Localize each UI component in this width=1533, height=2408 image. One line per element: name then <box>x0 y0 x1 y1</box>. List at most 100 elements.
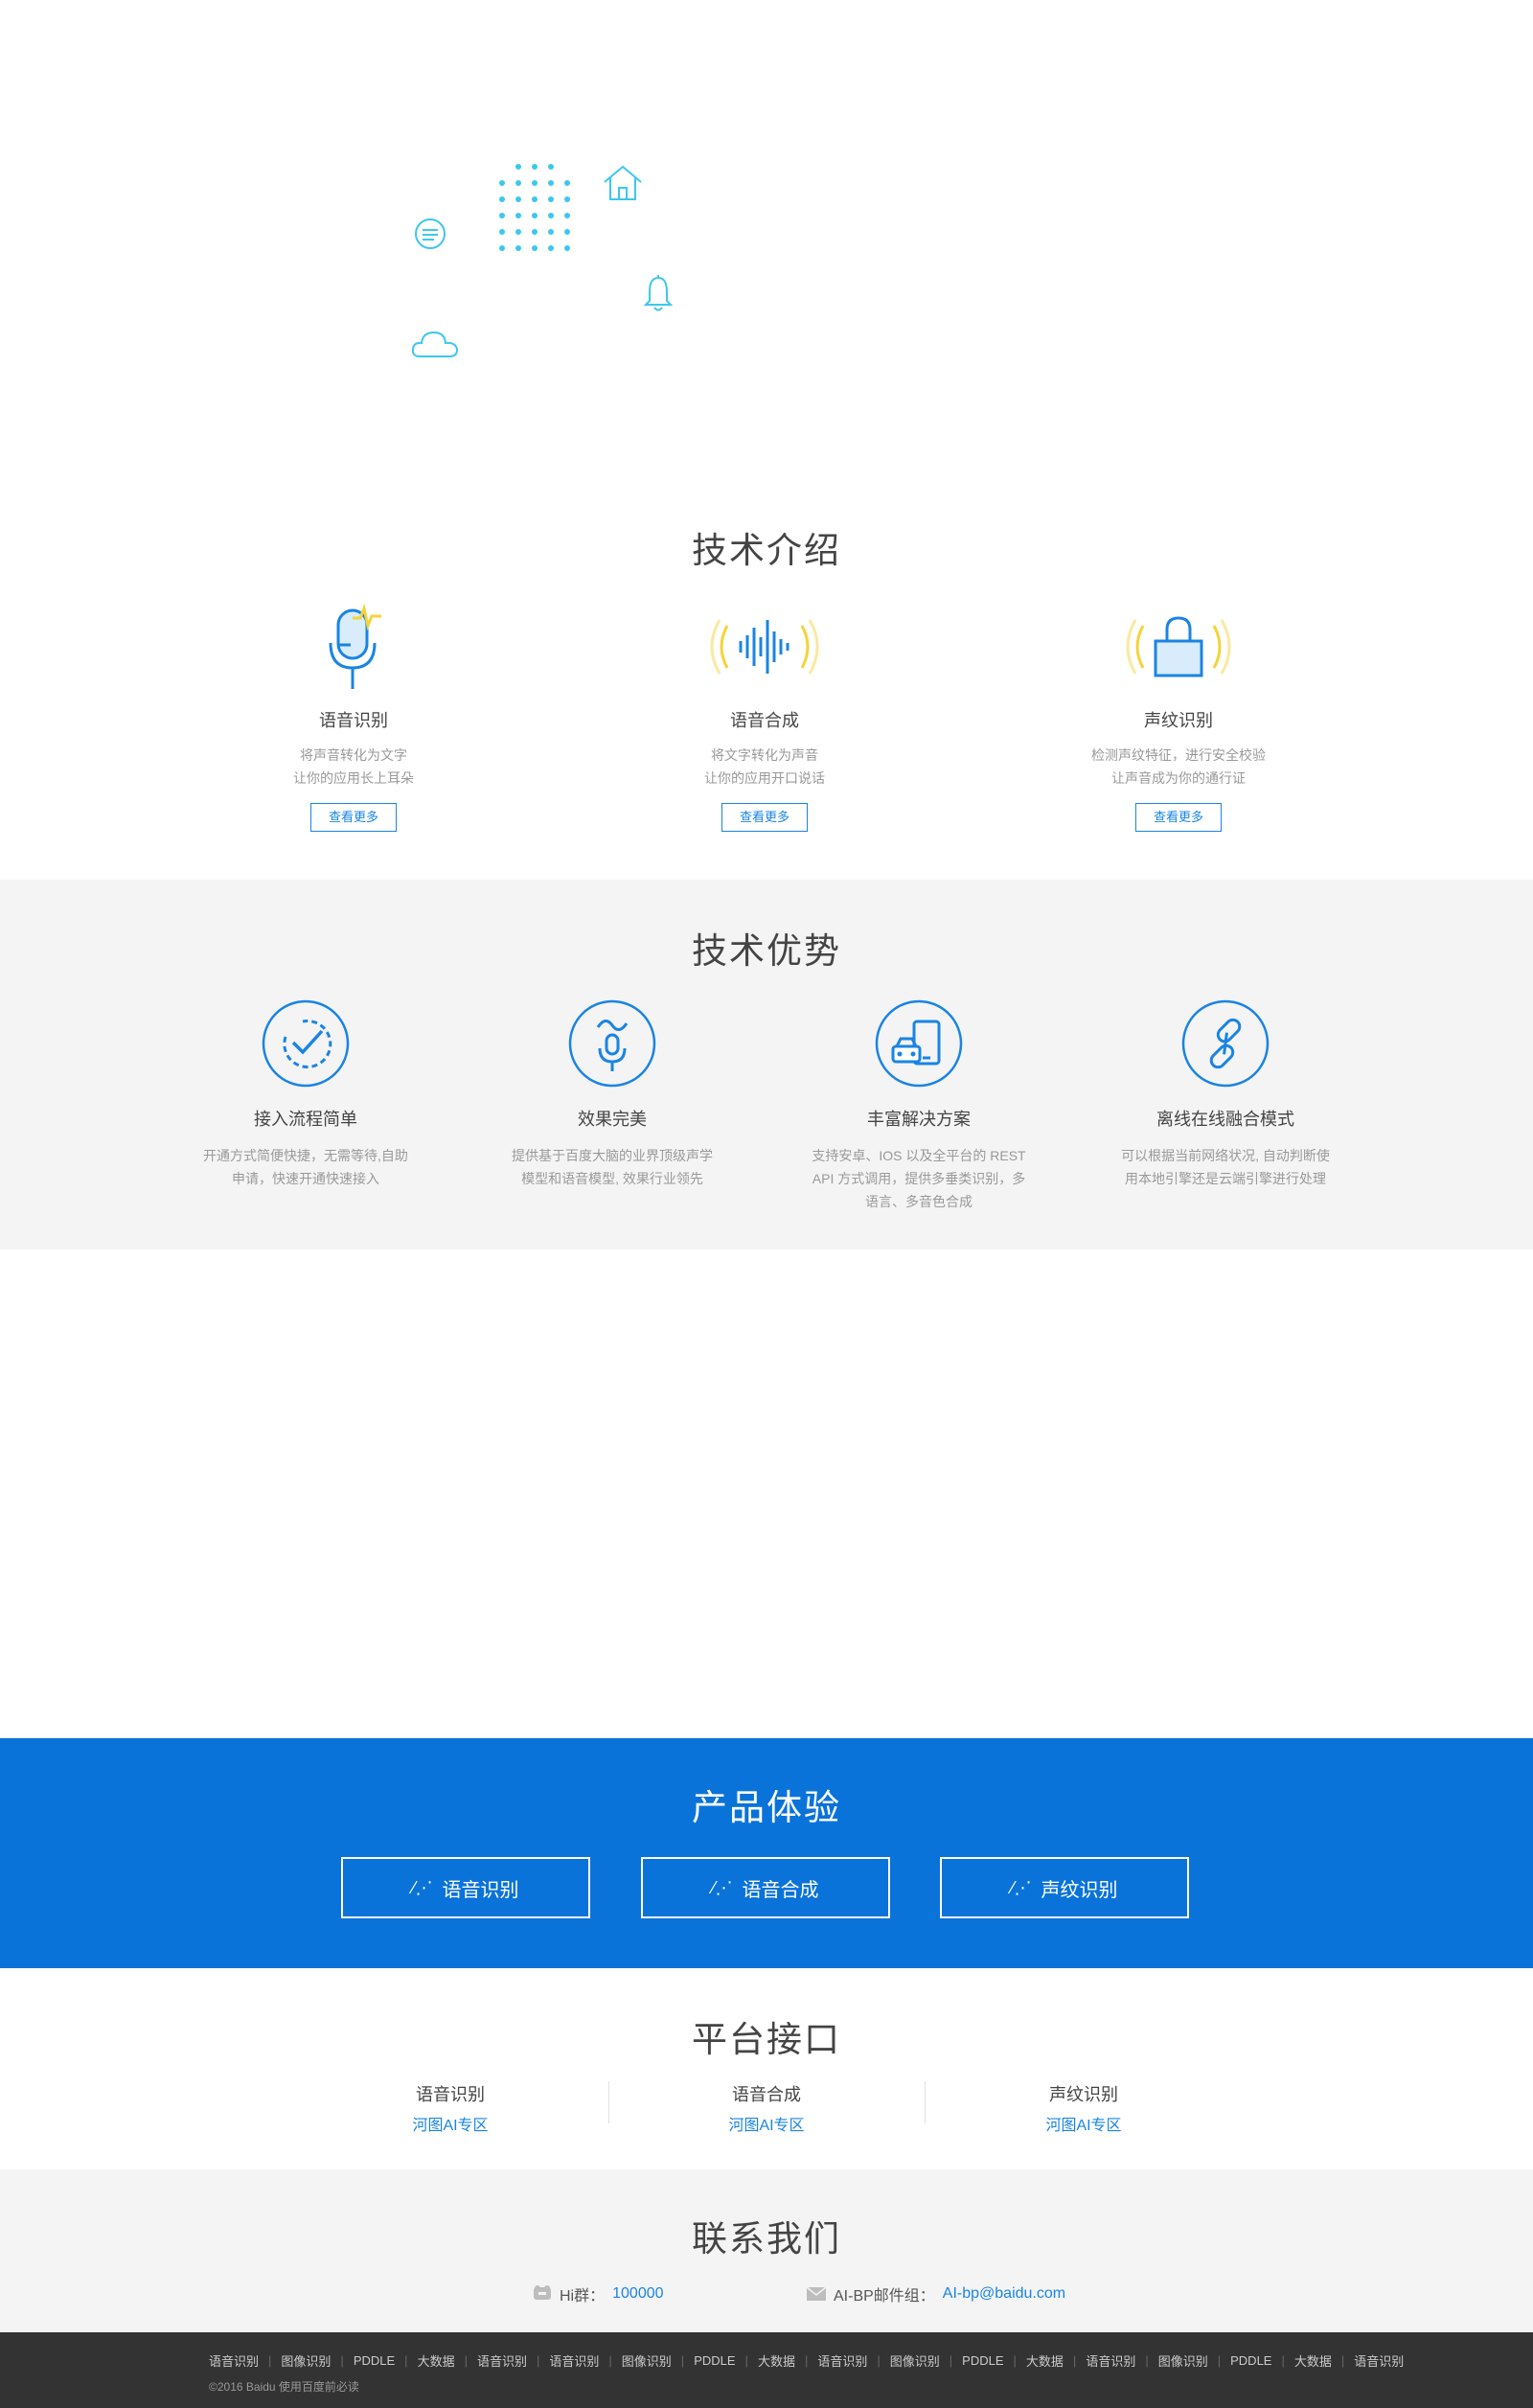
bell-icon <box>643 275 674 311</box>
try-speech-synthesis-button[interactable]: ⁄⋰ 语音合成 <box>641 1857 890 1918</box>
desc-line: 让声音成为你的通行证 <box>1111 770 1246 786</box>
grid-dot <box>499 229 505 235</box>
grid-dot <box>548 180 554 186</box>
footer-link[interactable]: PDDLE <box>962 2353 1003 2368</box>
microphone-icon <box>329 603 381 689</box>
footer-separator: | <box>1145 2353 1149 2368</box>
card-desc: 将文字转化为声音 让你的应用开口说话 <box>621 744 908 790</box>
footer-link[interactable]: 大数据 <box>1026 2351 1064 2370</box>
footer-link[interactable]: 大数据 <box>1294 2351 1332 2370</box>
desc-line: 将文字转化为声音 <box>711 747 818 763</box>
copyright: ©2016 Baidu 使用百度前必读 <box>209 2380 359 2394</box>
footer-link[interactable]: 大数据 <box>758 2351 795 2370</box>
footer: 语音识别 | 图像识别 | PDDLE | 大数据 | 语音识别 | 语音识别 | 图像识别 | PDDLE… <box>0 2332 1533 2408</box>
footer-link[interactable]: 语音识别 <box>477 2351 527 2370</box>
footer-link[interactable]: 图像识别 <box>622 2351 672 2370</box>
footer-separator: | <box>1072 2353 1077 2368</box>
grid-dot <box>499 245 505 251</box>
desc-line: 用本地引擎还是云端引擎进行处理 <box>1125 1171 1326 1186</box>
grid-dot <box>548 196 554 202</box>
footer-link[interactable]: PDDLE <box>694 2353 735 2368</box>
footer-link[interactable]: 图像识别 <box>281 2351 331 2370</box>
hi-value[interactable]: 100000 <box>612 2285 663 2303</box>
footer-link[interactable]: 图像识别 <box>1158 2351 1208 2370</box>
footer-separator: | <box>804 2353 809 2368</box>
desc-line: 将声音转化为文字 <box>300 747 407 763</box>
footer-separator: | <box>1217 2353 1222 2368</box>
card-desc: 可以根据当前网络状况, 自动判断使 用本地引擎还是云端引擎进行处理 <box>1110 1144 1340 1190</box>
platform-item: 语音合成 河图AI专区 <box>652 2081 881 2135</box>
footer-link[interactable]: 语音识别 <box>1354 2351 1404 2370</box>
hi-label: Hi群： <box>560 2288 606 2305</box>
platform-name: 声纹识别 <box>1049 2085 1118 2104</box>
section-title: 技术介绍 <box>692 531 841 570</box>
card-desc: 检测声纹特征，进行安全校验 让声音成为你的通行证 <box>1035 744 1322 790</box>
footer-separator: | <box>949 2353 953 2368</box>
footer-link[interactable]: 语音识别 <box>1086 2351 1135 2370</box>
footer-link[interactable]: PDDLE <box>354 2353 395 2368</box>
footer-separator: | <box>464 2353 468 2368</box>
card-title: 语音识别 <box>319 711 388 730</box>
desc-line: API 方式调用，提供多垂类识别，多 <box>812 1171 1026 1186</box>
grid-dot <box>532 180 538 186</box>
grid-dot <box>499 180 505 186</box>
mail-value[interactable]: AI-bp@baidu.com <box>943 2285 1065 2303</box>
platform-name: 语音合成 <box>732 2085 801 2104</box>
grid-dot <box>515 245 521 251</box>
mail-group: AI-BP邮件组： AI-bp@baidu.com <box>807 2282 1065 2305</box>
magic-wand-icon: ⁄⋰ <box>1011 1877 1032 1897</box>
intro-card-speech-recognition: 语音识别 将声音转化为文字 让你的应用长上耳朵 查看更多 <box>210 594 497 832</box>
soundwave-icon <box>710 619 819 675</box>
advantage-card-simple-access: 接入流程简单 开通方式简便快捷，无需等待,自助 申请，快速开通快速接入 <box>191 998 421 1190</box>
magic-wand-icon: ⁄⋰ <box>412 1877 433 1897</box>
hi-group: Hi群： 100000 <box>533 2282 664 2305</box>
check-circle-icon <box>262 999 350 1088</box>
grid-dot <box>564 213 570 218</box>
desc-line: 可以根据当前网络状况, 自动判断使 <box>1121 1148 1330 1163</box>
view-more-button[interactable]: 查看更多 <box>721 803 808 832</box>
magic-wand-icon: ⁄⋰ <box>712 1877 733 1897</box>
card-title: 效果完美 <box>578 1110 647 1129</box>
house-icon <box>604 165 642 200</box>
contact-section: 联系我们 Hi群： 100000 AI-BP邮件组： AI-bp@baidu.c… <box>0 2169 1533 2332</box>
device-circle-icon <box>875 999 963 1088</box>
footer-separator: | <box>268 2353 272 2368</box>
card-title: 丰富解决方案 <box>867 1110 971 1129</box>
tech-advantages-section: 技术优势 接入流程简单 开通方式简便快捷，无需等待,自助 申请，快速开通快速接入 <box>0 880 1533 1250</box>
footer-separator: | <box>1340 2353 1345 2368</box>
grid-dot <box>564 229 570 235</box>
grid-dot <box>515 164 521 170</box>
try-speech-recognition-button[interactable]: ⁄⋰ 语音识别 <box>341 1857 590 1918</box>
footer-link[interactable]: 语音识别 <box>549 2351 599 2370</box>
grid-dot <box>548 213 554 218</box>
desc-line: 检测声纹特征，进行安全校验 <box>1091 747 1266 763</box>
desc-line: 申请，快速开通快速接入 <box>232 1171 379 1186</box>
platform-api-section: 平台接口 语音识别 河图AI专区 语音合成 河图AI专区 声纹识别 河图AI专区 <box>0 1968 1533 2169</box>
footer-link[interactable]: 图像识别 <box>890 2351 940 2370</box>
advantage-card-offline-online: 离线在线融合模式 可以根据当前网络状况, 自动判断使 用本地引擎还是云端引擎进行… <box>1110 998 1340 1190</box>
platform-name: 语音识别 <box>416 2085 485 2104</box>
platform-link[interactable]: 河图AI专区 <box>1045 2112 1121 2135</box>
product-experience-section: 产品体验 ⁄⋰ 语音识别 ⁄⋰ 语音合成 ⁄⋰ 声纹识别 <box>0 1738 1533 1968</box>
grid-dot <box>515 196 521 202</box>
footer-link[interactable]: 语音识别 <box>209 2351 259 2370</box>
grid-dot <box>564 196 570 202</box>
hi-chat-icon <box>534 2285 551 2300</box>
footer-link[interactable]: 语音识别 <box>817 2351 867 2370</box>
platform-link[interactable]: 河图AI专区 <box>728 2112 804 2135</box>
view-more-button[interactable]: 查看更多 <box>310 803 397 832</box>
grid-dot <box>515 213 521 218</box>
view-more-button[interactable]: 查看更多 <box>1135 803 1222 832</box>
card-title: 接入流程简单 <box>254 1110 357 1129</box>
platform-link[interactable]: 河图AI专区 <box>412 2112 488 2135</box>
try-voiceprint-button[interactable]: ⁄⋰ 声纹识别 <box>940 1857 1189 1918</box>
desc-line: 让你的应用开口说话 <box>704 770 825 786</box>
grid-dot <box>499 213 505 218</box>
cloud-icon <box>411 331 459 357</box>
grid-dot <box>515 180 521 186</box>
card-title: 声纹识别 <box>1144 711 1213 730</box>
footer-link[interactable]: 大数据 <box>418 2351 455 2370</box>
footer-link[interactable]: PDDLE <box>1230 2353 1271 2368</box>
intro-card-speech-synthesis: 语音合成 将文字转化为声音 让你的应用开口说话 查看更多 <box>621 594 908 832</box>
button-label: 语音识别 <box>442 1879 519 1901</box>
